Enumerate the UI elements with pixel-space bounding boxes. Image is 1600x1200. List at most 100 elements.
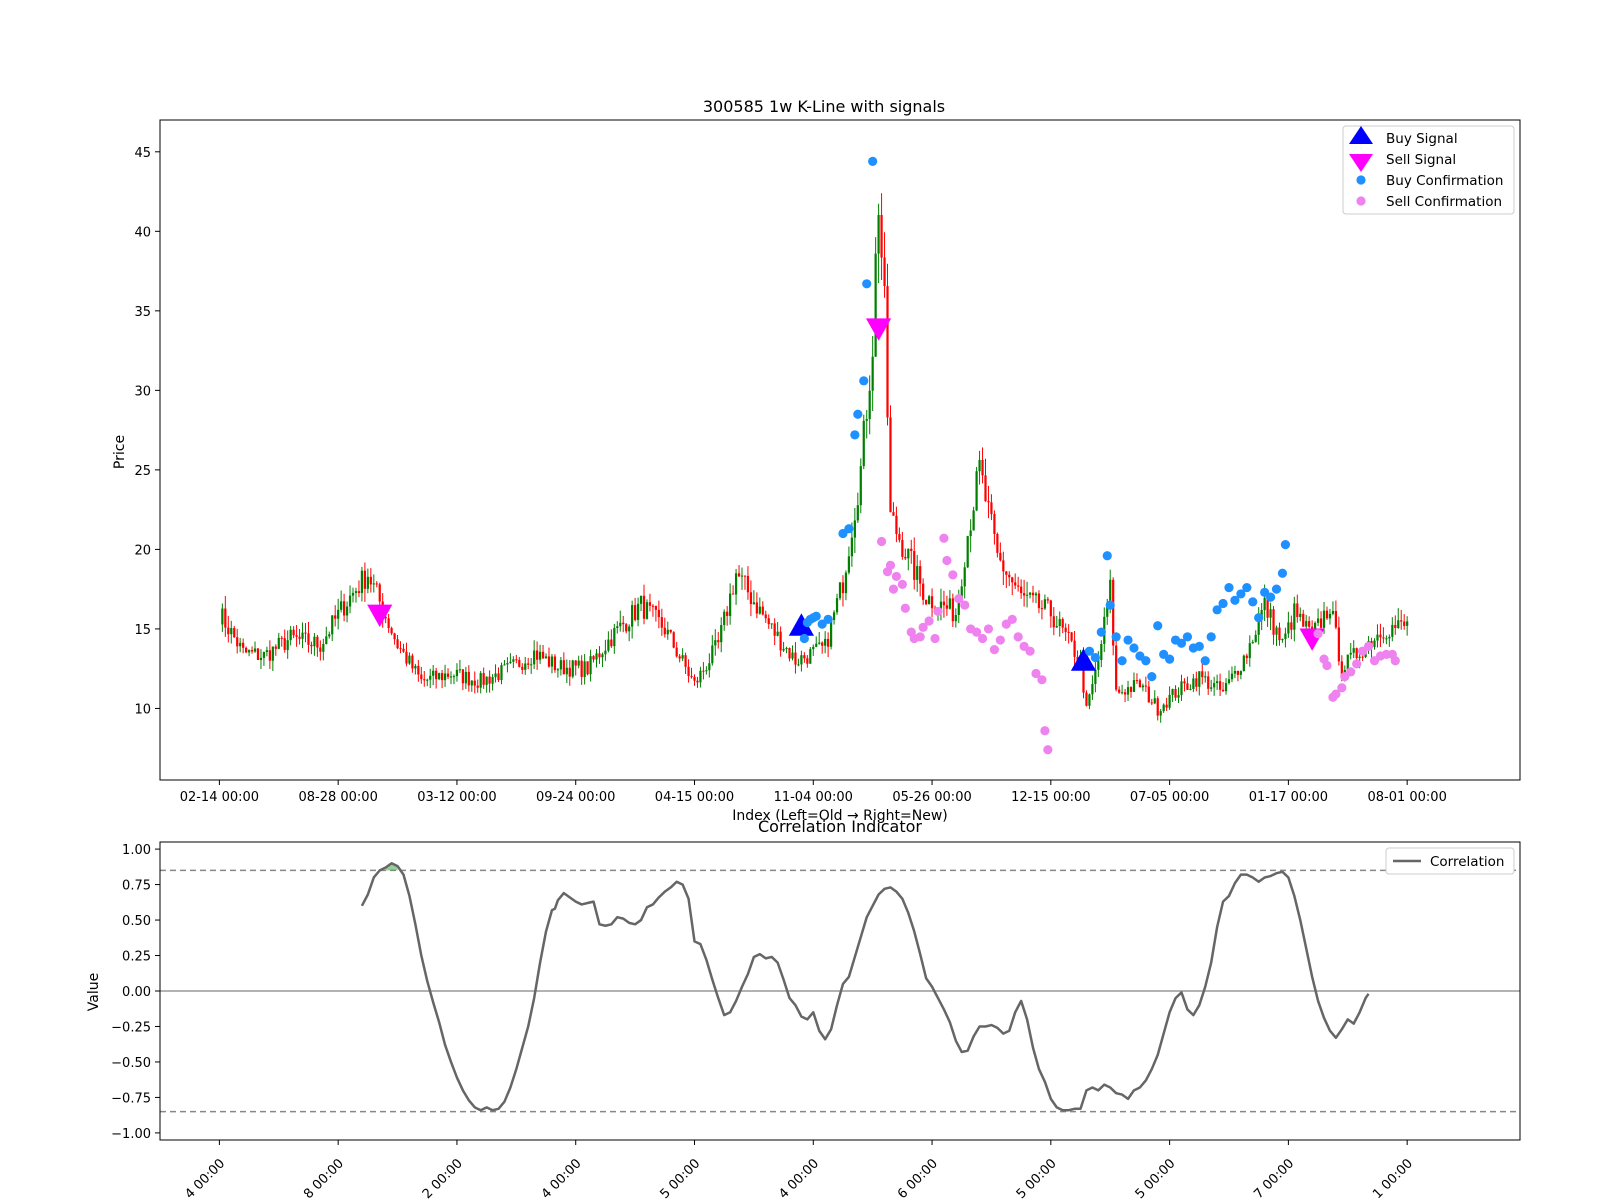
candle-body xyxy=(734,573,738,595)
sell-confirmation-point xyxy=(939,533,949,543)
candle-body xyxy=(1355,648,1358,659)
candle-body xyxy=(328,634,331,637)
candle-body xyxy=(476,685,479,688)
candle-body xyxy=(262,651,266,658)
candle-body xyxy=(800,655,803,665)
candle-body xyxy=(927,596,931,605)
candle-body xyxy=(1406,621,1409,626)
candle-body xyxy=(601,654,604,658)
candle-body xyxy=(292,629,295,636)
candle-body xyxy=(835,598,839,613)
candle-body xyxy=(1195,678,1198,687)
candle-body xyxy=(345,606,349,616)
candle-body xyxy=(610,639,613,647)
sell-signal-legend-label: Sell Signal xyxy=(1386,152,1456,168)
sell-confirmation-legend-label: Sell Confirmation xyxy=(1386,194,1502,210)
candle-body xyxy=(1213,683,1216,688)
candle-body xyxy=(1037,593,1041,609)
buy-confirmation-point xyxy=(1254,613,1264,623)
candle-body xyxy=(1201,671,1204,678)
candle-body xyxy=(669,629,672,633)
x-tick-label: 11-04 00:00 xyxy=(774,790,853,805)
candle-body xyxy=(1120,692,1124,694)
candle-body xyxy=(954,614,957,622)
candle-body xyxy=(696,680,699,683)
y-tick-label: 0.75 xyxy=(122,879,151,894)
figure: 300585 1w K-Line with signals 10 15 20 25 30… xyxy=(86,97,1521,1200)
candle-body xyxy=(396,639,399,649)
candle-body xyxy=(642,595,646,619)
candle-body xyxy=(1325,610,1329,619)
candle-body xyxy=(886,286,889,418)
candle-body xyxy=(598,653,601,658)
buy-confirmation-legend-swatch xyxy=(1356,175,1366,185)
candle-body xyxy=(393,633,396,640)
buy-confirmation-point xyxy=(844,524,854,534)
candle-body xyxy=(559,660,562,670)
candle-body xyxy=(1115,645,1118,690)
candle-body xyxy=(651,605,655,607)
candle-body xyxy=(868,390,871,420)
sell-confirmation-point xyxy=(960,600,970,610)
buy-confirmation-point xyxy=(1280,540,1291,550)
y-tick-label: −1.00 xyxy=(111,1127,151,1142)
candle-body xyxy=(737,573,741,577)
candle-body xyxy=(586,661,589,675)
sell-confirmation-point xyxy=(1346,667,1356,677)
candle-body xyxy=(247,650,251,653)
candle-body xyxy=(1281,638,1284,641)
y-tick-label: 40 xyxy=(134,225,151,240)
buy-confirmation-point xyxy=(1248,597,1258,607)
candle-body xyxy=(497,673,500,681)
candle-body xyxy=(856,505,859,521)
candle-body xyxy=(723,611,726,626)
candle-body xyxy=(1385,638,1388,640)
candle-body xyxy=(1100,643,1103,661)
sell-confirmation-point xyxy=(930,633,940,644)
candle-body xyxy=(378,584,381,602)
candle-body xyxy=(1177,695,1180,698)
candlesticks xyxy=(221,193,1409,723)
candle-body xyxy=(666,629,669,635)
candle-body xyxy=(731,593,735,595)
candle-body xyxy=(289,629,292,641)
buy-confirmation-point xyxy=(1090,652,1100,663)
sell-confirmation-point xyxy=(915,632,925,642)
candle-body xyxy=(767,618,770,625)
candle-body xyxy=(1132,680,1136,692)
sell-confirmation-point xyxy=(1007,614,1017,624)
candle-body xyxy=(892,512,895,516)
candle-body xyxy=(512,659,515,662)
candle-body xyxy=(1129,687,1133,692)
candle-body xyxy=(1227,679,1231,684)
candle-body xyxy=(1239,671,1242,675)
candle-body xyxy=(951,598,954,622)
y-tick-label: −0.75 xyxy=(111,1091,151,1106)
candle-body xyxy=(372,583,375,585)
buy-confirmation-point xyxy=(868,156,878,166)
candle-body xyxy=(253,648,257,652)
buy-confirmation-point xyxy=(1117,656,1127,666)
candle-body xyxy=(1236,670,1240,675)
candle-body xyxy=(770,623,773,625)
candle-body xyxy=(423,679,426,681)
candle-body xyxy=(865,419,868,421)
candle-body xyxy=(675,647,678,657)
candle-body xyxy=(473,680,476,686)
candle-body xyxy=(963,567,966,587)
buy-confirmation-point xyxy=(1242,582,1252,593)
candle-body xyxy=(625,624,628,632)
buy-confirmation-point xyxy=(1218,598,1228,609)
candle-body xyxy=(547,656,551,667)
buy-confirmation-point xyxy=(1153,621,1163,631)
candle-body xyxy=(1183,681,1186,684)
candle-body xyxy=(325,636,328,644)
sell-confirmation-point xyxy=(1043,745,1053,755)
candle-body xyxy=(432,670,435,676)
x-tick-label: 7 00:00 xyxy=(1251,1156,1297,1200)
candle-body xyxy=(850,537,853,557)
sell-confirmation-point xyxy=(933,606,943,617)
candle-body xyxy=(491,677,494,684)
candle-body xyxy=(740,575,744,577)
candle-body xyxy=(1305,621,1308,627)
